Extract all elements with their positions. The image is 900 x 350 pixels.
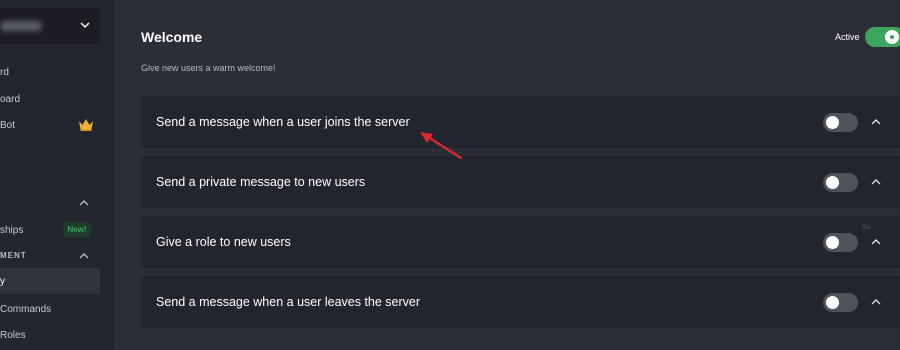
- sidebar-item-label: rd: [0, 67, 9, 78]
- chevron-up-icon[interactable]: [870, 296, 882, 308]
- private-message-toggle[interactable]: [823, 173, 858, 192]
- sidebar-divider: [113, 0, 114, 350]
- chevron-up-icon[interactable]: [870, 236, 882, 248]
- join-message-toggle[interactable]: [823, 113, 858, 132]
- panel-give-role[interactable]: Give a role to new users: [141, 216, 900, 268]
- sidebar: rd oard Bot ships New! MENT y Commands R…: [0, 0, 113, 350]
- new-badge: New!: [63, 222, 91, 237]
- sidebar-item-leaderboard[interactable]: oard: [0, 94, 20, 105]
- chevron-down-icon: [80, 22, 90, 29]
- sidebar-item-label: oard: [0, 94, 21, 105]
- server-selector[interactable]: [0, 8, 100, 44]
- sidebar-item-welcome-active[interactable]: y: [0, 268, 100, 294]
- toggle-knob: [826, 176, 839, 189]
- toggle-knob: [885, 30, 899, 44]
- plugin-active-toggle[interactable]: [865, 27, 900, 47]
- toggle-knob: [826, 296, 839, 309]
- sidebar-item-roles[interactable]: Roles: [0, 330, 26, 341]
- panel-leave-message[interactable]: Send a message when a user leaves the se…: [141, 276, 900, 328]
- sidebar-section-management: MENT: [0, 251, 27, 260]
- page-subtitle: Give new users a warm welcome!: [141, 63, 276, 73]
- crown-icon: [79, 119, 93, 131]
- panel-label: Send a message when a user joins the ser…: [156, 115, 410, 129]
- panel-join-message[interactable]: Send a message when a user joins the ser…: [141, 96, 900, 148]
- chevron-up-icon[interactable]: [78, 250, 90, 262]
- panel-label: Send a private message to new users: [156, 175, 366, 189]
- server-name-blurred: [0, 21, 42, 31]
- page-title: Welcome: [141, 29, 203, 45]
- toggle-knob: [826, 236, 839, 249]
- give-role-toggle[interactable]: [823, 233, 858, 252]
- panel-label: Give a role to new users: [156, 235, 291, 249]
- sidebar-item-dashboard[interactable]: rd: [0, 67, 9, 78]
- sidebar-item-memberships[interactable]: ships: [0, 225, 23, 236]
- chevron-up-icon[interactable]: [870, 176, 882, 188]
- panel-label: Send a message when a user leaves the se…: [156, 295, 421, 309]
- chevron-up-icon[interactable]: [78, 197, 90, 209]
- sidebar-item-commands[interactable]: Commands: [0, 304, 51, 315]
- sidebar-item-label: y: [0, 276, 5, 287]
- chevron-up-icon[interactable]: [870, 116, 882, 128]
- sidebar-item-custom-bot[interactable]: Bot: [0, 120, 15, 131]
- panel-private-message[interactable]: Send a private message to new users: [141, 156, 900, 208]
- leave-message-toggle[interactable]: [823, 293, 858, 312]
- sidebar-item-label: Roles: [0, 330, 26, 341]
- sidebar-item-label: Commands: [0, 304, 52, 315]
- sidebar-item-label: ships: [0, 225, 24, 236]
- tooltip-text: Dis: [862, 225, 871, 231]
- sidebar-item-label: Bot: [0, 120, 16, 131]
- toggle-knob: [826, 116, 839, 129]
- active-label: Active: [835, 32, 860, 42]
